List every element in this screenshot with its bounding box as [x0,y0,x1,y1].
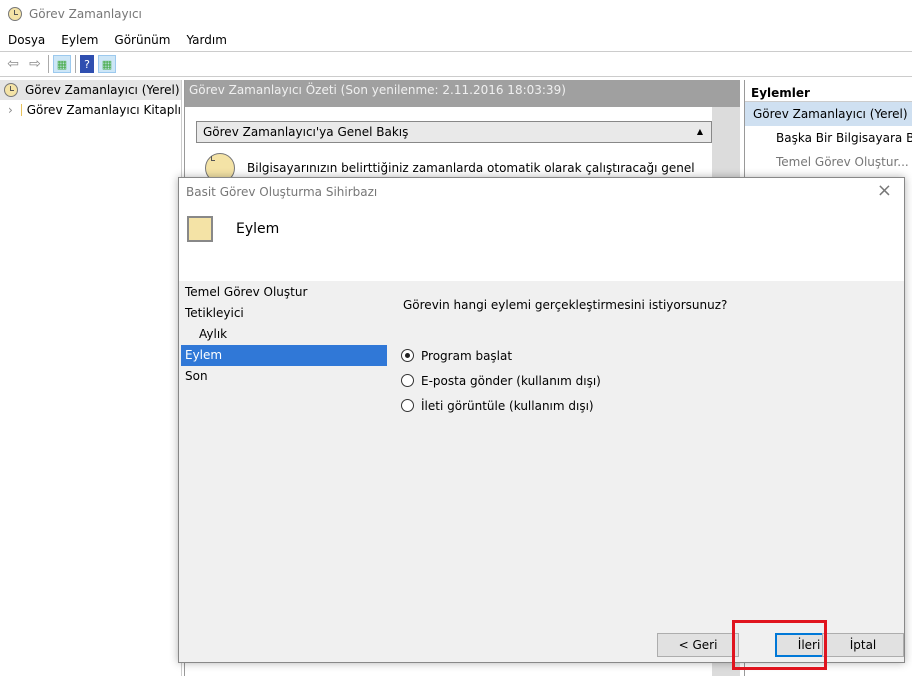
window-title: Görev Zamanlayıcı [29,7,142,21]
folder-icon [20,104,22,116]
clock-icon [4,83,18,97]
back-arrow-icon[interactable]: ⇦ [4,55,22,73]
menu-gorunum[interactable]: Görünüm [106,30,178,50]
radio-send-email[interactable]: E-posta gönder (kullanım dışı) [401,368,601,393]
dialog-title: Basit Görev Oluşturma Sihirbazı [186,185,378,199]
overview-description: Bilgisayarınızın belirttiğiniz zamanlard… [247,161,695,175]
title-bar: Görev Zamanlayıcı [0,0,912,28]
close-icon[interactable]: × [877,180,892,201]
section-title: Görev Zamanlayıcı'ya Genel Bakış [203,125,409,139]
wizard-steps: Temel Görev Oluştur Tetikleyici Aylık Ey… [181,282,387,387]
separator [75,55,76,73]
tree-item-local[interactable]: Görev Zamanlayıcı (Yerel) [0,80,181,100]
step-temel: Temel Görev Oluştur [185,285,308,299]
step-son: Son [185,369,208,383]
highlight-box [732,620,827,670]
help-icon[interactable]: ? [80,55,94,73]
action-create-basic-task[interactable]: Temel Görev Oluştur... [745,150,912,174]
show-hide-action-pane-icon[interactable]: ▦ [98,55,116,73]
tree-item-library[interactable]: › Görev Zamanlayıcı Kitaplı [0,100,181,120]
back-button[interactable]: < Geri [657,633,739,657]
menu-eylem[interactable]: Eylem [53,30,106,50]
forward-arrow-icon[interactable]: ⇨ [26,55,44,73]
toolbar: ⇦ ⇨ ▦ ? ▦ [0,51,912,77]
tree-label: Görev Zamanlayıcı Kitaplı [26,103,181,117]
radio-program-start[interactable]: Program başlat [401,343,601,368]
overview-section-header[interactable]: Görev Zamanlayıcı'ya Genel Bakış ▲ [196,121,712,143]
radio-button[interactable] [401,349,414,362]
option-label: E-posta gönder (kullanım dışı) [421,373,601,388]
separator [48,55,49,73]
radio-button[interactable] [401,374,414,387]
step-eylem: Eylem [181,345,387,366]
clock-icon [8,7,22,21]
dialog-heading: Eylem [236,221,280,237]
radio-button[interactable] [401,399,414,412]
action-options: Program başlat E-posta gönder (kullanım … [401,343,601,418]
actions-header: Eylemler [745,80,912,102]
dialog-header: Basit Görev Oluşturma Sihirbazı × Eylem [179,178,904,281]
chevron-right-icon[interactable]: › [8,103,13,117]
question-label: Görevin hangi eylemi gerçekleştirmesini … [403,298,728,312]
tree-panel: Görev Zamanlayıcı (Yerel) › Görev Zamanla… [0,80,182,676]
step-aylik: Aylık [199,327,228,341]
task-clock-icon [187,216,213,242]
action-local[interactable]: Görev Zamanlayıcı (Yerel) [745,102,912,126]
menu-yardim[interactable]: Yardım [178,30,234,50]
step-tetikleyici: Tetikleyici [185,306,244,320]
action-connect[interactable]: Başka Bir Bilgisayara Bağla [745,126,912,150]
option-label: İleti görüntüle (kullanım dışı) [421,398,594,413]
wizard-dialog: Basit Görev Oluşturma Sihirbazı × Eylem … [178,177,905,663]
menu-bar: Dosya Eylem Görünüm Yardım [0,30,235,50]
tree-label: Görev Zamanlayıcı (Yerel) [25,83,180,97]
collapse-icon[interactable]: ▲ [697,122,703,142]
radio-show-message[interactable]: İleti görüntüle (kullanım dışı) [401,393,601,418]
cancel-button[interactable]: İptal [822,633,904,657]
menu-dosya[interactable]: Dosya [0,30,53,50]
show-hide-tree-icon[interactable]: ▦ [53,55,71,73]
option-label: Program başlat [421,348,513,363]
summary-header: Görev Zamanlayıcı Özeti (Son yenilenme: … [185,80,740,107]
